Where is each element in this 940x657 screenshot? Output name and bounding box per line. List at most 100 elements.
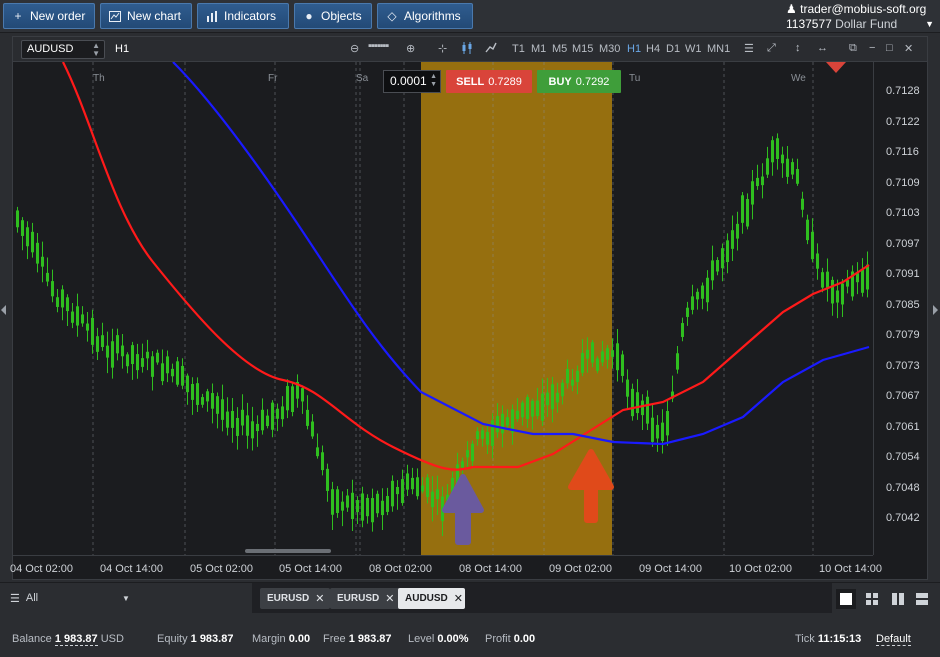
resize-diagonal-icon[interactable]: ⤢	[767, 42, 776, 55]
candle-body	[781, 154, 784, 164]
tf-w1[interactable]: W1	[685, 43, 702, 55]
candle-body	[751, 181, 754, 205]
candle-body	[866, 264, 869, 290]
spinner-icon: ▲ ▼	[92, 41, 100, 58]
candle-body	[816, 253, 819, 269]
objects-label: Objects	[321, 9, 362, 23]
close-icon[interactable]: ✕	[315, 592, 324, 605]
indicators-label: Indicators	[224, 9, 277, 23]
candle-body	[36, 242, 39, 264]
timeframe-label: H1	[115, 43, 130, 55]
maximize-icon[interactable]: □	[886, 42, 893, 54]
tf-h4[interactable]: H4	[646, 43, 660, 55]
chart-tabs: EURUSD ✕ EURUSD ✕ AUDUSD ✕	[252, 583, 832, 613]
candle-body	[591, 342, 594, 363]
new-order-button[interactable]: + New order	[3, 3, 95, 29]
layout-grid-button[interactable]	[862, 589, 882, 609]
tab-eurusd-1[interactable]: EURUSD ✕	[260, 588, 330, 609]
layout-single-button[interactable]	[836, 589, 856, 609]
price-chart[interactable]: Th Fr Sa Tu We	[13, 62, 873, 555]
candle-body	[111, 341, 114, 368]
time-tick-label: 10 Oct 14:00	[819, 563, 882, 575]
right-panel-toggle-icon[interactable]	[933, 305, 938, 315]
equity-value: 1 983.87	[190, 633, 234, 645]
objects-icon: ●	[305, 9, 313, 23]
tf-m1[interactable]: M1	[531, 43, 546, 55]
candle-body	[151, 356, 154, 377]
tf-m30[interactable]: M30	[599, 43, 620, 55]
horizontal-scrollbar	[245, 549, 331, 553]
candle-body	[491, 420, 494, 446]
line-chart-icon[interactable]	[485, 42, 497, 57]
candle-body	[766, 158, 769, 175]
time-tick-label: 04 Oct 14:00	[100, 563, 163, 575]
candles-icon[interactable]	[461, 42, 473, 57]
default-label: Default	[876, 633, 911, 646]
candle-body	[346, 495, 349, 508]
candle-body	[836, 290, 839, 303]
indicators-button[interactable]: Indicators	[197, 3, 289, 29]
margin-value: 0.00	[288, 633, 311, 645]
day-label: Tu	[629, 73, 640, 84]
zoom-slider[interactable]: ▪▪▪▪▪▪▪	[368, 40, 389, 52]
tab-audusd[interactable]: AUDUSD ✕	[398, 588, 465, 609]
time-axis[interactable]: 04 Oct 02:00 04 Oct 14:00 05 Oct 02:00 05 O…	[10, 555, 882, 581]
default-link[interactable]: Default	[876, 633, 911, 646]
candle-body	[371, 498, 374, 523]
close-icon[interactable]: ✕	[385, 592, 394, 605]
candle-body	[861, 269, 864, 293]
buy-button[interactable]: BUY 0.7292	[537, 70, 621, 93]
symbol-select[interactable]: AUDUSD ▲ ▼	[21, 40, 105, 59]
candle-body	[586, 349, 589, 359]
candle-body	[401, 479, 404, 504]
zoom-in-icon[interactable]: ⊕	[406, 42, 415, 55]
new-chart-button[interactable]: New chart	[100, 3, 192, 29]
candle-body	[421, 485, 424, 492]
candle-body	[181, 365, 184, 386]
candle-body	[81, 314, 84, 324]
tab-eurusd-2[interactable]: EURUSD ✕	[330, 588, 400, 609]
vertical-arrows-icon[interactable]: ↕	[795, 42, 801, 54]
popout-icon[interactable]: ⧉	[849, 42, 857, 55]
spinner-icon[interactable]: ▲ ▼	[430, 73, 437, 89]
horizontal-arrows-icon[interactable]: ↔	[817, 42, 828, 54]
close-icon[interactable]: ✕	[904, 42, 913, 55]
sell-button[interactable]: SELL 0.7289	[446, 70, 532, 93]
tf-t1[interactable]: T1	[512, 43, 525, 55]
chevron-down-icon[interactable]: ▼	[925, 17, 934, 32]
close-icon[interactable]: ✕	[454, 592, 463, 605]
tf-m5[interactable]: M5	[552, 43, 567, 55]
candle-body	[526, 397, 529, 419]
layout-columns-button[interactable]	[888, 589, 908, 609]
layout-rows-button[interactable]	[912, 589, 932, 609]
objects-button[interactable]: ● Objects	[294, 3, 372, 29]
chart-canvas[interactable]: Th Fr Sa Tu We	[13, 62, 873, 555]
candle-body	[551, 384, 554, 410]
candle-body	[646, 396, 649, 424]
algorithms-button[interactable]: ◇ Algorithms	[377, 3, 473, 29]
candle-body	[541, 393, 544, 421]
balance-value: 1 983.87	[54, 633, 98, 646]
zoom-out-icon[interactable]: ⊖	[350, 42, 359, 55]
price-axis[interactable]: 0.7128 0.7122 0.7116 0.7109 0.7103 0.7097 0.70…	[873, 62, 929, 555]
candle-body	[386, 496, 389, 512]
left-panel-toggle-icon[interactable]	[1, 305, 6, 315]
sort-icon[interactable]: ☰	[744, 42, 754, 55]
list-icon: ☰	[10, 592, 20, 605]
candle-body	[616, 343, 619, 371]
symbol-filter[interactable]: ☰ All ▼	[0, 583, 140, 613]
account-info[interactable]: ♟ trader@mobius-soft.org 1137577 Dollar …	[786, 2, 934, 32]
price-tick-label: 0.7054	[886, 451, 920, 463]
candle-body	[51, 281, 54, 297]
minimize-icon[interactable]: −	[869, 42, 875, 54]
lot-size-input[interactable]: 0.0001 ▲ ▼	[383, 70, 441, 93]
layout-single-icon	[840, 593, 852, 605]
tf-h1[interactable]: H1	[627, 43, 641, 55]
tf-d1[interactable]: D1	[666, 43, 680, 55]
candle-body	[141, 358, 144, 367]
tf-m15[interactable]: M15	[572, 43, 593, 55]
tick-time: 11:15:13	[817, 633, 862, 645]
candle-body	[701, 285, 704, 299]
tf-mn1[interactable]: MN1	[707, 43, 730, 55]
crosshair-icon[interactable]: ⊹	[438, 42, 447, 55]
